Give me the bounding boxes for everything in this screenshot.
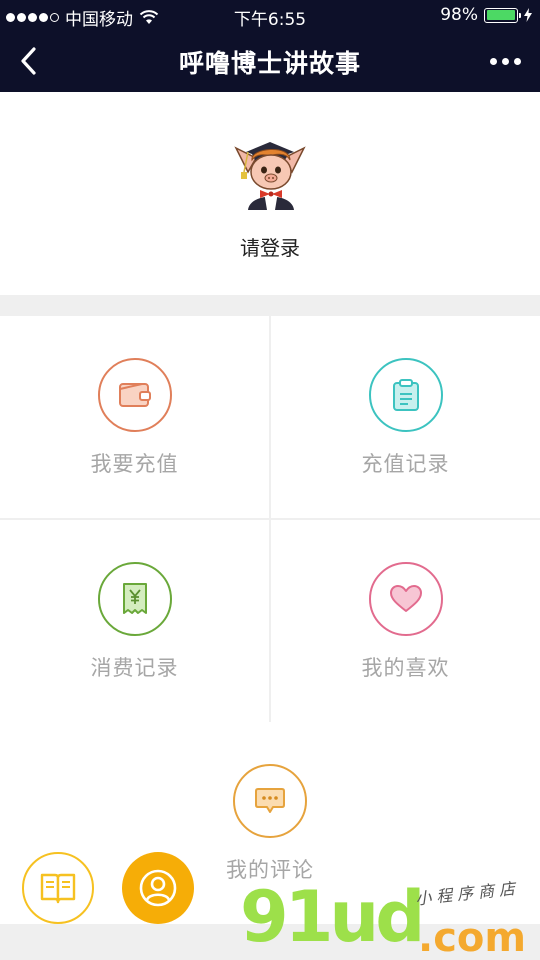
user-icon — [139, 869, 177, 907]
menu-item-recharge-history[interactable]: 充值记录 — [271, 316, 540, 518]
battery-percent: 98% — [440, 5, 478, 25]
menu-item-label: 我要充值 — [90, 452, 179, 476]
watermark-logo: 91ud — [240, 876, 425, 958]
menu-icon-circle — [368, 358, 443, 432]
menu-icon-circle — [233, 764, 307, 838]
menu-icon-circle — [368, 562, 443, 636]
more-button[interactable] — [484, 40, 526, 82]
menu-item-label: 充值记录 — [361, 452, 450, 476]
menu-item-favorites[interactable]: 我的喜欢 — [271, 520, 540, 722]
login-link[interactable]: 请登录 — [0, 232, 540, 261]
menu-item-spending-history[interactable]: 消费记录 — [0, 520, 269, 722]
menu-item-label: 我的喜欢 — [361, 656, 450, 680]
wallet-icon — [118, 383, 151, 407]
user-button[interactable] — [122, 852, 194, 924]
more-dot-icon — [513, 57, 521, 65]
more-dot-icon — [489, 57, 497, 65]
heart-icon — [389, 585, 422, 612]
status-right: 98% — [440, 5, 532, 25]
status-bar: 中国移动 下午6:55 98% — [0, 0, 540, 30]
menu-icon-circle — [97, 358, 172, 432]
more-dot-icon — [501, 57, 509, 65]
book-icon — [40, 873, 76, 904]
avatar[interactable] — [230, 132, 310, 212]
profile-section: 请登录 — [0, 92, 540, 295]
watermark-subtitle: 小程序商店 — [414, 878, 521, 909]
nav-bar: 呼噜博士讲故事 — [0, 30, 540, 92]
clipboard-icon — [392, 379, 419, 411]
receipt-yen-icon — [122, 583, 147, 614]
battery-fill — [486, 10, 515, 20]
watermark-domain: .com — [418, 915, 527, 960]
menu-item-recharge[interactable]: 我要充值 — [0, 316, 269, 518]
comment-icon — [255, 788, 285, 813]
charging-icon — [524, 8, 532, 22]
page-title: 呼噜博士讲故事 — [178, 49, 361, 78]
menu-icon-circle — [97, 562, 172, 636]
menu-item-label: 消费记录 — [90, 656, 179, 680]
watermark: 91ud 小程序商店 .com — [240, 876, 540, 960]
book-button[interactable] — [22, 852, 94, 924]
battery-icon — [484, 7, 521, 23]
